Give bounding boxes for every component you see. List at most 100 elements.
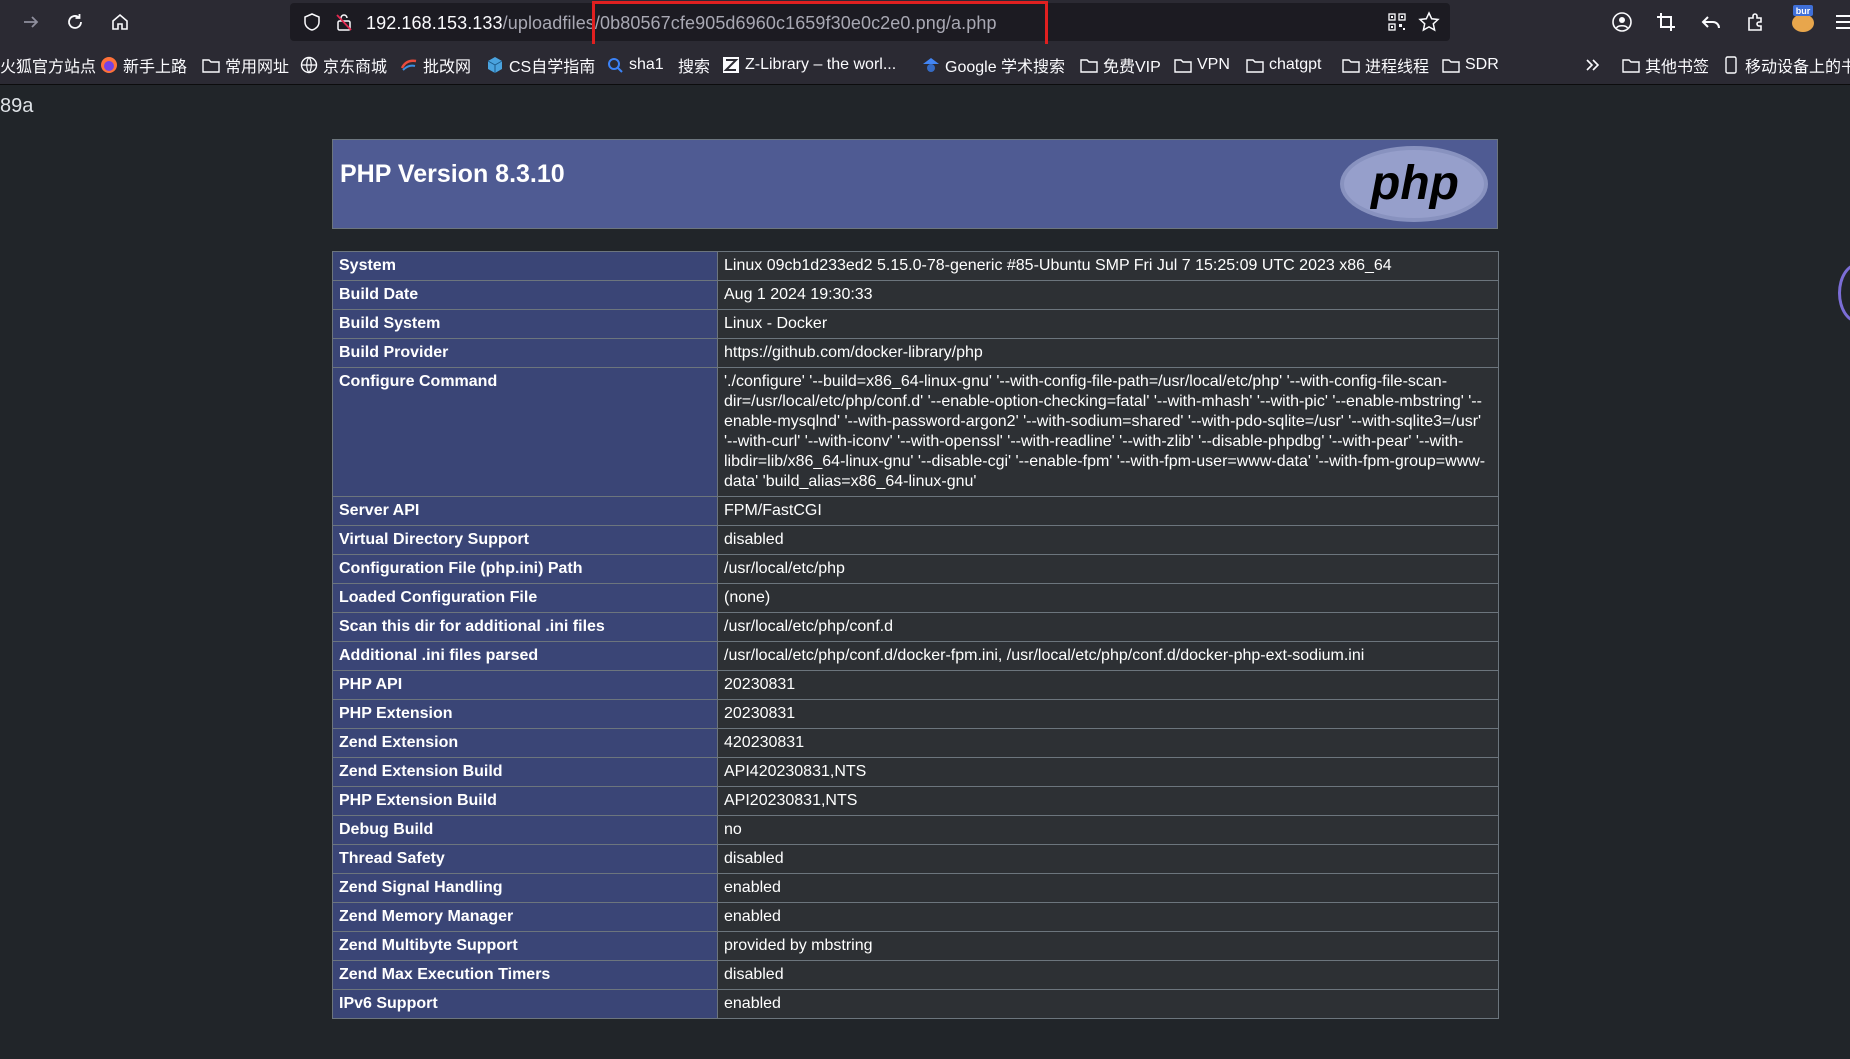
folder-icon [1174,56,1192,74]
account-button[interactable] [1610,10,1634,34]
row-value: enabled [717,902,1499,932]
table-row: Build Provider https://github.com/docker-… [332,338,1499,368]
bookmark-star-icon[interactable] [1418,11,1440,33]
bookmarks-toolbar: 火狐官方站点 新手上路 常用网址 京东商城 批改网 CS自学指南 sha1 搜索… [0,44,1850,85]
puzzle-icon [1748,13,1762,31]
bookmark-item[interactable]: 常用网址 [202,54,289,76]
row-key: Scan this dir for additional .ini files [332,612,718,642]
search-icon [606,56,624,74]
bookmark-item[interactable]: SDR [1442,54,1499,76]
row-key: Loaded Configuration File [332,583,718,613]
table-row: IPv6 Support enabled [332,989,1499,1019]
row-value: FPM/FastCGI [717,496,1499,526]
bookmark-item[interactable]: 京东商城 [300,54,387,76]
bookmark-item[interactable]: chatgpt [1246,54,1321,76]
row-key: Zend Extension [332,728,718,758]
row-value: Aug 1 2024 19:30:33 [717,280,1499,310]
row-key: Zend Extension Build [332,757,718,787]
row-key: PHP API [332,670,718,700]
bookmark-label: 火狐官方站点 [0,59,97,76]
row-value: API420230831,NTS [717,757,1499,787]
row-key: System [332,251,718,281]
row-key: Additional .ini files parsed [332,641,718,671]
browser-toolbar: 192.168.153.133/uploadfiles/0b80567cfe90… [0,0,1850,67]
table-row: Zend Extension Build API420230831,NTS [332,757,1499,787]
bookmark-item[interactable]: Z-Library – the worl... [722,54,896,76]
bookmark-label: CS自学指南 [509,59,596,76]
row-key: Debug Build [332,815,718,845]
bookmark-label: 免费VIP [1103,59,1161,76]
bookmarks-overflow-button[interactable] [1584,54,1602,76]
reload-icon [68,14,82,29]
row-key: PHP Extension Build [332,786,718,816]
bookmark-item[interactable]: sha1 [606,54,664,76]
tracking-shield-icon[interactable] [302,12,322,32]
qr-code-icon[interactable] [1388,13,1406,31]
bookmark-item[interactable]: Google 学术搜索 [922,54,1065,76]
row-key: Build Provider [332,338,718,368]
table-row: Zend Memory Manager enabled [332,902,1499,932]
back-history-button[interactable] [1699,10,1723,34]
bookmark-item[interactable]: 新手上路 [100,54,187,76]
table-row: Zend Multibyte Support provided by mbstri… [332,931,1499,961]
table-row: Thread Safety disabled [332,844,1499,874]
firefox-icon [100,56,118,74]
php-logo[interactable]: php [1339,144,1489,224]
table-row: Scan this dir for additional .ini files /… [332,612,1499,642]
row-value[interactable]: https://github.com/docker-library/php [717,338,1499,368]
burp-extension-button[interactable]: bur [1790,5,1816,33]
pigai-icon [400,56,418,74]
reload-button[interactable] [60,7,90,37]
home-button[interactable] [105,7,135,37]
row-key: Zend Multibyte Support [332,931,718,961]
bookmark-item[interactable]: 进程线程 [1342,54,1429,76]
table-row: Virtual Directory Support disabled [332,525,1499,555]
table-row: Zend Max Execution Timers disabled [332,960,1499,990]
table-row: Zend Signal Handling enabled [332,873,1499,903]
bookmark-item[interactable]: 免费VIP [1080,54,1161,76]
bookmark-label: Google 学术搜索 [945,59,1066,76]
bookmark-item[interactable]: 批改网 [400,54,471,76]
folder-icon [1622,56,1640,74]
row-key: IPv6 Support [332,989,718,1019]
row-value: disabled [717,960,1499,990]
table-row: Debug Build no [332,815,1499,845]
page-title: PHP Version 8.3.10 [340,160,565,188]
row-value: 20230831 [717,699,1499,729]
bookmark-label: 其他书签 [1645,59,1710,76]
side-widget[interactable] [1838,263,1850,323]
table-row: Build System Linux - Docker [332,309,1499,339]
crop-screenshot-button[interactable] [1654,10,1678,34]
table-row: Zend Extension 420230831 [332,728,1499,758]
row-key: Zend Max Execution Timers [332,960,718,990]
row-value: disabled [717,844,1499,874]
menu-button[interactable] [1834,10,1850,34]
bookmark-label: 移动设备上的书签 [1745,59,1850,76]
insecure-lock-icon[interactable] [334,12,354,32]
row-key: Build Date [332,280,718,310]
url-bar[interactable]: 192.168.153.133/uploadfiles/0b80567cfe90… [290,3,1450,41]
other-bookmarks-folder[interactable]: 其他书签 [1622,54,1709,76]
extensions-button[interactable] [1744,10,1768,34]
row-key: Thread Safety [332,844,718,874]
folder-icon [1442,56,1460,74]
table-row: PHP API 20230831 [332,670,1499,700]
bookmark-item[interactable]: 搜索 [678,54,710,76]
row-key: Virtual Directory Support [332,525,718,555]
row-value: (none) [717,583,1499,613]
globe-icon [300,56,318,74]
bookmark-label: 京东商城 [323,59,388,76]
folder-icon [202,56,220,74]
bookmark-item[interactable]: CS自学指南 [486,54,595,76]
bookmark-label: 批改网 [423,59,472,76]
crop-icon [1657,13,1675,31]
mobile-bookmarks-folder[interactable]: 移动设备上的书签 [1722,54,1850,76]
burp-badge-text: bur [1796,6,1811,16]
bookmark-item[interactable]: VPN [1174,54,1230,76]
row-value: Linux - Docker [717,309,1499,339]
bookmark-item[interactable]: 火狐官方站点 [0,54,96,76]
forward-button[interactable] [16,7,46,37]
account-icon [1612,12,1632,32]
url-text[interactable]: 192.168.153.133/uploadfiles/0b80567cfe90… [366,13,997,34]
phpinfo-header: PHP Version 8.3.10 php [332,139,1498,229]
